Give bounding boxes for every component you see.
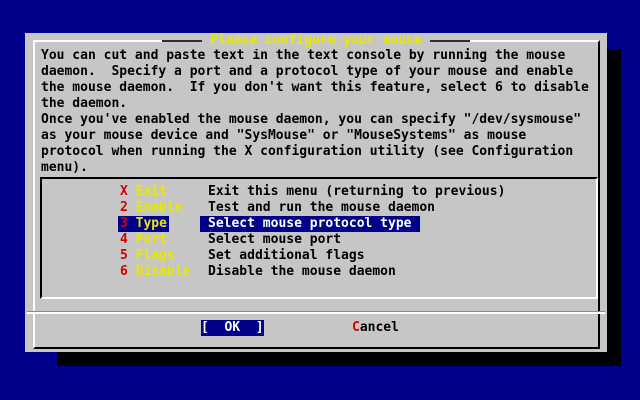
- cancel-label-rest: ancel: [360, 320, 399, 335]
- dialog-body: You can cut and paste text in the text c…: [41, 48, 589, 176]
- body-line: daemon. Specify a port and a protocol ty…: [41, 64, 589, 80]
- menu-item-keytag: 2 Enable: [118, 200, 185, 216]
- body-line: protocol when running the X configuratio…: [41, 144, 589, 160]
- menu-item-keytag: 3 Type: [118, 216, 169, 232]
- menu-item-enable[interactable]: 2 Enable Test and run the mouse daemon: [42, 200, 596, 216]
- menu-item-desc: Test and run the mouse daemon: [200, 200, 443, 216]
- body-line: Once you've enabled the mouse daemon, yo…: [41, 112, 589, 128]
- menu-item-exit[interactable]: X Exit Exit this menu (returning to prev…: [42, 184, 596, 200]
- console-screen: Please configure your mouse You can cut …: [0, 0, 640, 400]
- menu-item-desc: Exit this menu (returning to previous): [200, 184, 513, 200]
- menu-item-desc: Select mouse port: [200, 232, 349, 248]
- menu-item-port[interactable]: 4 Port Select mouse port: [42, 232, 596, 248]
- mouse-config-dialog: Please configure your mouse You can cut …: [25, 33, 607, 352]
- menu-list: X Exit Exit this menu (returning to prev…: [40, 177, 598, 299]
- menu-item-hotkey: 5: [120, 248, 128, 263]
- menu-item-disable[interactable]: 6 Disable Disable the mouse daemon: [42, 264, 596, 280]
- button-separator: [27, 311, 605, 314]
- menu-item-tag: Disable: [136, 264, 191, 279]
- menu-item-hotkey: 2: [120, 200, 128, 215]
- menu-item-keytag: 6 Disable: [118, 264, 192, 280]
- dialog-shadow: [607, 49, 621, 366]
- ok-button[interactable]: [ OK ]: [201, 320, 264, 336]
- dialog-title-row: Please configure your mouse: [25, 33, 607, 49]
- menu-item-flags[interactable]: 5 Flags Set additional flags: [42, 248, 596, 264]
- menu-item-keytag: 4 Port: [118, 232, 169, 248]
- menu-item-hotkey: 3: [120, 216, 128, 231]
- menu-item-hotkey: 6: [120, 264, 128, 279]
- body-line: the daemon.: [41, 96, 589, 112]
- menu-item-tag: Type: [136, 216, 167, 231]
- body-line: menu).: [41, 160, 589, 176]
- menu-item-tag: Exit: [136, 184, 167, 199]
- menu-item-tag: Flags: [136, 248, 175, 263]
- cancel-button[interactable]: Cancel: [352, 320, 399, 336]
- menu-item-tag: Port: [136, 232, 167, 247]
- menu-item-type[interactable]: 3 Type Select mouse protocol type: [42, 216, 596, 232]
- menu-item-desc: Select mouse protocol type: [200, 216, 420, 232]
- menu-item-desc: Set additional flags: [200, 248, 373, 264]
- menu-item-desc: Disable the mouse daemon: [200, 264, 404, 280]
- dialog-shadow: [57, 352, 621, 366]
- button-row: [ OK ] Cancel: [25, 320, 607, 336]
- menu-item-tag: Enable: [136, 200, 183, 215]
- menu-item-hotkey: 4: [120, 232, 128, 247]
- menu-item-keytag: 5 Flags: [118, 248, 177, 264]
- body-line: You can cut and paste text in the text c…: [41, 48, 589, 64]
- menu-item-keytag: X Exit: [118, 184, 169, 200]
- title-dash-left: [162, 40, 202, 42]
- body-line: the mouse daemon. If you don't want this…: [41, 80, 589, 96]
- menu-item-hotkey: X: [120, 184, 128, 199]
- dialog-title: Please configure your mouse: [202, 33, 429, 49]
- title-dash-right: [430, 40, 470, 42]
- cancel-hotkey: C: [352, 320, 360, 335]
- body-line: as your mouse device and "SysMouse" or "…: [41, 128, 589, 144]
